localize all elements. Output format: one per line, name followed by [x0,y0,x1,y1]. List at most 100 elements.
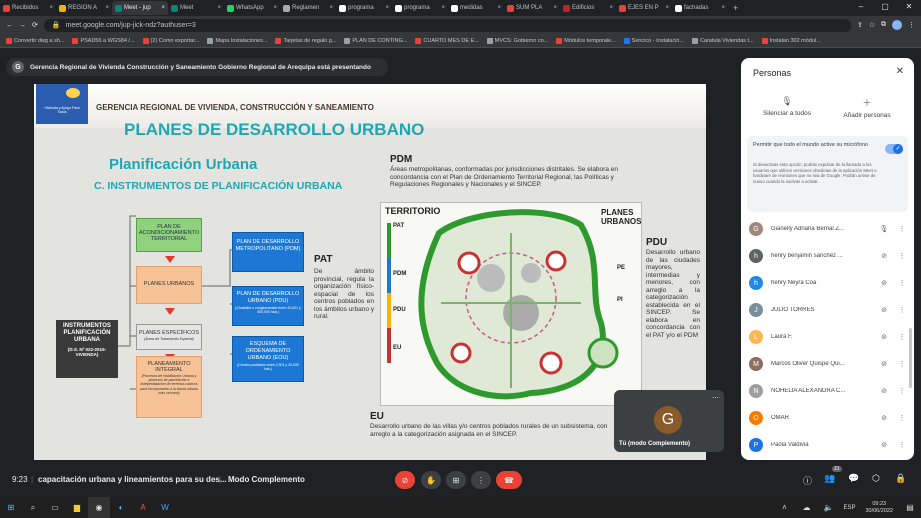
network-icon[interactable]: ☁ [795,497,817,518]
participant-more-icon[interactable]: ⋮ [897,279,907,287]
bookmark-item[interactable]: MVCS: Gobierno co... [486,37,548,44]
close-tab-icon[interactable]: × [217,5,221,11]
bookmark-item[interactable]: Módulos temporale... [556,37,616,44]
close-tab-icon[interactable]: × [49,5,53,11]
mic-on-icon[interactable]: 🎙 [879,225,889,233]
participant-row[interactable]: h henry benjamin sanchez ... ⊘ ⋮ [749,245,907,267]
participant-more-icon[interactable]: ⋮ [897,333,907,341]
leave-call-button[interactable]: ☎ [496,471,522,489]
mic-off-icon[interactable]: ⊘ [879,333,889,341]
file-explorer-icon[interactable]: ▆ [66,497,88,518]
participant-row[interactable]: L Laura F. ⊘ ⋮ [749,326,907,348]
mute-all-button[interactable]: 🎙 Silenciar a todos [759,96,815,117]
share-icon[interactable]: ⇪ [857,21,863,29]
close-tab-icon[interactable]: × [105,5,109,11]
chrome-icon[interactable]: ◉ [88,497,110,518]
close-tab-icon[interactable]: × [665,5,669,11]
host-controls-icon[interactable]: 🔒 [895,473,906,484]
browser-tab[interactable]: EJES EN P × [616,1,672,15]
bookmark-item[interactable]: Sencico - Instalació... [623,37,684,44]
browser-tab[interactable]: Recibidos × [0,1,56,15]
maximize-icon[interactable]: ▢ [873,0,897,16]
bookmark-item[interactable]: PLAN DE CONTING... [344,37,407,44]
browser-tab[interactable]: medidas × [448,1,504,15]
participant-row[interactable]: O OMAR ⊘ ⋮ [749,407,907,429]
volume-icon[interactable]: 🔈 [817,497,839,518]
autocad-icon[interactable]: A [132,497,154,518]
bookmark-item[interactable]: Tarjetas de regalo g... [275,37,336,44]
bookmark-item[interactable]: Caratula Viviendas t... [691,37,754,44]
add-people-button[interactable]: ＋ Añadir personas [837,96,897,119]
tray-up-icon[interactable]: ˄ [773,497,795,518]
browser-tab[interactable]: programa × [336,1,392,15]
mic-off-icon[interactable]: ⊘ [879,306,889,314]
search-icon[interactable]: ⌕ [22,497,44,518]
participant-more-icon[interactable]: ⋮ [897,360,907,368]
mic-off-icon[interactable]: ⊘ [879,387,889,395]
bookmark-item[interactable]: PSAD56 a WGS84 /... [72,37,135,44]
browser-tab[interactable]: Meet × [168,1,224,15]
self-tile-menu-icon[interactable]: ⋯ [712,394,719,402]
participant-row[interactable]: M Marcos Oliver Quispe Qui... ⊘ ⋮ [749,353,907,375]
browser-tab[interactable]: programa × [392,1,448,15]
participant-row[interactable]: J JULIO TORRES ⊘ ⋮ [749,299,907,321]
browser-tab[interactable]: REGION A × [56,1,112,15]
close-tab-icon[interactable]: × [553,5,557,11]
participant-row[interactable]: h henry Neyra Coa ⊘ ⋮ [749,272,907,294]
mic-off-icon[interactable]: ⊘ [879,414,889,422]
participant-more-icon[interactable]: ⋮ [897,252,907,260]
participant-more-icon[interactable]: ⋮ [897,387,907,395]
browser-tab[interactable]: SUM PLA × [504,1,560,15]
participant-more-icon[interactable]: ⋮ [897,441,907,449]
chat-icon[interactable]: 💬 [848,473,859,484]
browser-tab[interactable]: Meet - jup × [112,1,168,15]
present-button[interactable]: ⊞ [446,471,466,489]
raise-hand-button[interactable]: ✋ [421,471,441,489]
bookmark-item[interactable]: Instalan 302 módul... [761,37,821,44]
browser-tab[interactable]: Edificios × [560,1,616,15]
close-tab-icon[interactable]: × [609,5,613,11]
mic-off-icon[interactable]: ⊘ [879,279,889,287]
profile-icon[interactable] [892,20,902,30]
close-tab-icon[interactable]: × [497,5,501,11]
reload-icon[interactable]: ⟳ [32,21,38,29]
close-panel-icon[interactable]: ✕ [896,66,904,77]
activities-icon[interactable]: ⬡ [872,473,880,484]
mic-off-icon[interactable]: ⊘ [879,441,889,449]
menu-dots-icon[interactable]: ⋮ [908,21,915,29]
participant-row[interactable]: N NOHELIA ALEXANDRA C... ⊘ ⋮ [749,380,907,402]
more-options-button[interactable]: ⋮ [471,471,491,489]
participant-more-icon[interactable]: ⋮ [897,306,907,314]
bookmark-item[interactable]: (2) Como exportar... [142,37,199,44]
browser-tab[interactable]: WhatsApp × [224,1,280,15]
participant-more-icon[interactable]: ⋮ [897,414,907,422]
close-window-icon[interactable]: ✕ [897,0,921,16]
camera-off-button[interactable]: ⊘ [395,471,415,489]
bookmark-item[interactable]: Convertir dwg a sh... [6,37,64,44]
extensions-icon[interactable]: ⧉ [881,21,886,29]
self-video-tile[interactable]: G ⋯ Tú (modo Complemento) [614,390,724,452]
close-tab-icon[interactable]: × [273,5,277,11]
participant-more-icon[interactable]: ⋮ [897,225,907,233]
windows-start-icon[interactable]: ⊞ [0,497,22,518]
bookmark-item[interactable]: CUARTO MES DE E... [415,37,479,44]
close-tab-icon[interactable]: × [161,5,165,11]
bookmark-item[interactable]: Mapa Instalaciones... [207,37,267,44]
close-tab-icon[interactable]: × [329,5,333,11]
participant-row[interactable]: G Gianelly Adriana Bernal Z... 🎙 ⋮ [749,218,907,240]
bookmark-star-icon[interactable]: ☆ [869,21,875,29]
participant-row[interactable]: P Paola Valdivia ⊘ ⋮ [749,434,907,456]
language-indicator[interactable]: ESP [839,505,859,511]
panel-scrollbar[interactable] [909,328,912,388]
url-field[interactable]: 🔒 meet.google.com/jup-jick-ndz?authuser=… [43,18,851,32]
minimize-icon[interactable]: – [849,0,873,16]
clock[interactable]: 09:23 30/06/2022 [859,501,899,515]
close-tab-icon[interactable]: × [385,5,389,11]
new-tab-button[interactable]: + [728,3,743,13]
people-icon[interactable]: 👥 [824,473,835,484]
back-icon[interactable]: ← [6,22,13,29]
info-icon[interactable]: ⓘ [803,474,812,487]
task-view-icon[interactable]: ▭ [44,497,66,518]
mic-off-icon[interactable]: ⊘ [879,252,889,260]
browser-tab[interactable]: fachadas × [672,1,728,15]
